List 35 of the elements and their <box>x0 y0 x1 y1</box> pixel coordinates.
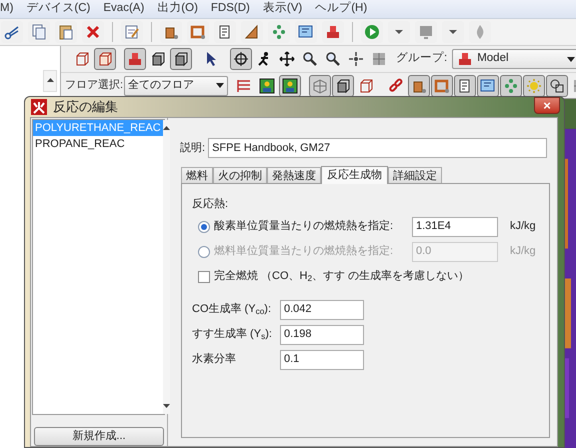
tab[interactable]: 詳細設定 <box>388 167 442 183</box>
close-button[interactable]: × <box>534 97 560 114</box>
window-title: 反応の編集 <box>53 98 118 116</box>
tab[interactable]: 反応生成物 <box>321 166 388 184</box>
tab[interactable]: 発熱速度 <box>267 167 321 183</box>
input-field[interactable]: 0.198 <box>280 324 364 344</box>
description-label: 説明: <box>180 140 206 156</box>
description-field[interactable]: SFPE Handbook, GM27 <box>208 138 547 158</box>
new-button[interactable]: 新規作成... <box>34 427 164 446</box>
input-field[interactable]: 0.1 <box>280 350 364 370</box>
group-label: グループ: <box>396 50 448 66</box>
heat-label: 反応熱: <box>192 196 230 212</box>
menu-item[interactable]: FDS(D) <box>210 0 250 18</box>
checkbox-label: 完全燃焼 （CO、H$_{2}$、すす の生成率を考慮しない） <box>214 268 470 285</box>
heat-field[interactable]: 1.31E4 <box>412 216 498 236</box>
option-label: 酸素単位質量当たりの燃焼熱を指定: <box>214 218 394 234</box>
menu-item[interactable]: ヘルプ(H) <box>315 0 368 18</box>
field-label: すす生成率 (Y$_{s}$): <box>192 326 273 343</box>
floor-dropdown[interactable]: 全てのフロア <box>124 76 228 96</box>
menu-item[interactable]: 出力(O) <box>157 0 198 18</box>
menu-item[interactable]: 表示(V) <box>262 0 302 18</box>
group-dropdown[interactable]: Model <box>452 49 576 69</box>
unit-label: kJ/kg <box>510 244 536 260</box>
reaction-item[interactable]: PROPANE_REAC <box>33 136 163 152</box>
field-label: 水素分率 <box>192 352 237 368</box>
unit-label: kJ/kg <box>510 219 536 234</box>
tab[interactable]: 燃料 <box>181 167 213 183</box>
field-label: CO生成率 (Y$_{co}$): <box>192 302 272 318</box>
menu-item[interactable]: デバイス(C) <box>26 0 90 18</box>
tab[interactable]: 火の抑制 <box>213 167 267 183</box>
floor-label: フロア選択: <box>65 78 124 94</box>
option-label: 燃料単位質量当たりの燃焼熱を指定: <box>214 244 394 260</box>
menu-item[interactable]: M) <box>0 0 14 18</box>
menu-item[interactable]: Evac(A) <box>103 0 144 18</box>
input-field[interactable]: 0.042 <box>280 300 364 320</box>
